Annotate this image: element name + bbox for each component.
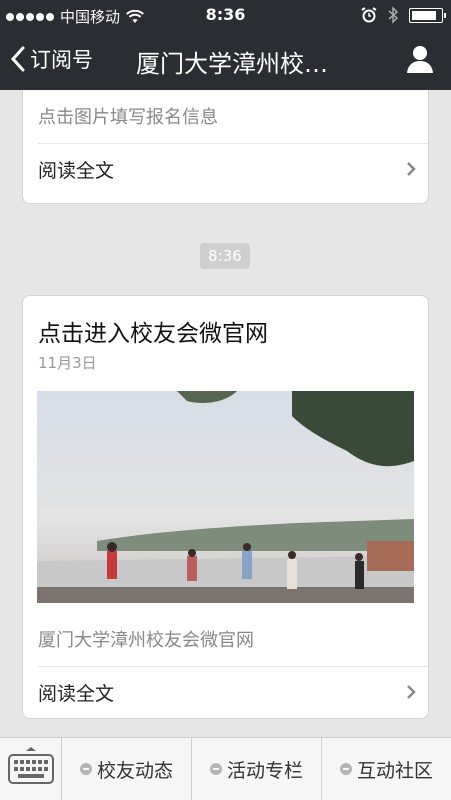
menu-item-events[interactable]: 活动专栏 [192,738,322,800]
article-card[interactable]: 点击图片填写报名信息 阅读全文 [22,90,429,204]
read-more-row[interactable]: 阅读全文 [38,667,416,717]
article-date: 11月3日 [38,354,97,372]
profile-button[interactable] [405,44,435,74]
menu-item-label: 活动专栏 [226,759,303,782]
read-more-row[interactable]: 阅读全文 [38,144,416,194]
battery-icon [409,7,446,23]
page-title: 厦门大学漳州校… [136,50,328,78]
custom-menu-bar: 校友动态 活动专栏 互动社区 [0,737,451,800]
menu-bullet-icon [79,763,92,775]
menu-item-alumni-news[interactable]: 校友动态 [62,738,192,800]
chevron-right-icon [407,685,416,699]
back-button[interactable]: 订阅号 [10,44,93,74]
article-title[interactable]: 点击进入校友会微官网 [38,314,268,348]
chevron-left-icon [10,46,25,72]
menu-item-community[interactable]: 互动社区 [322,738,451,800]
message-feed[interactable]: 点击图片填写报名信息 阅读全文 8:36 点击进入校友会微官网 11月3日 厦门… [0,90,451,737]
alarm-icon [361,7,377,23]
article-cover-image[interactable] [37,391,414,603]
back-label: 订阅号 [30,48,93,72]
menu-item-label: 校友动态 [96,759,173,782]
status-bar: 中国移动 8:36 [0,0,451,30]
article-card[interactable]: 点击进入校友会微官网 11月3日 厦门大学漳州校友会微官网 阅读全文 [22,295,429,719]
menu-bullet-icon [339,763,352,775]
read-more-label: 阅读全文 [38,682,115,705]
article-description: 厦门大学漳州校友会微官网 [38,630,254,651]
chevron-right-icon [407,162,416,176]
keyboard-icon [8,747,54,784]
bluetooth-icon [388,6,399,24]
nav-bar: 订阅号 厦门大学漳州校… [0,30,451,90]
message-timestamp: 8:36 [200,243,250,269]
read-more-label: 阅读全文 [38,159,115,182]
person-icon [407,46,433,73]
keyboard-toggle-button[interactable] [0,738,62,800]
menu-bullet-icon [209,763,222,775]
article-description: 点击图片填写报名信息 [38,107,218,128]
menu-item-label: 互动社区 [356,759,433,782]
